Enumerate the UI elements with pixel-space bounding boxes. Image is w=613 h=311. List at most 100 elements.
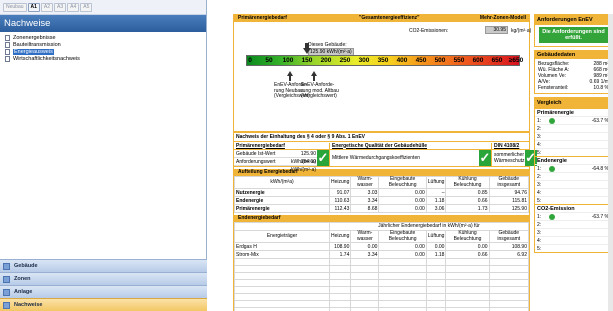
aufteilung-header: Aufteilung Energiebedarf (234, 169, 529, 176)
vergleich-row[interactable]: 4: (535, 140, 612, 148)
variant-a3-button[interactable]: A3 (54, 2, 67, 12)
vergleich-index: 1: (537, 117, 542, 124)
vergleich-percent: -64.8 % (591, 165, 609, 172)
table-cell: 8.68 (350, 204, 380, 213)
table-cell (378, 265, 427, 273)
tree-item-zonenergebnisse[interactable]: Zonenergebnisse (5, 34, 206, 41)
vergleich-row[interactable]: 5: (535, 148, 612, 156)
left-panel: Neubau A1 A2 A3 A4 A5 Nachweise Zonenerg… (0, 0, 207, 311)
vergleich-row[interactable]: 3: (535, 228, 612, 236)
right-panel: Anforderungen EnEV Die Anforderungen sin… (534, 14, 613, 256)
scale-tick-label: 350 (377, 57, 389, 64)
neubau-button[interactable]: Neubau (3, 2, 27, 12)
vergleich-group-title: Endenergie (535, 156, 612, 164)
table-cell (234, 265, 330, 273)
table-cell (328, 272, 352, 280)
vergleich-row[interactable]: 1: -64.8 % (535, 164, 612, 172)
endenergie-table: Jährlicher Endenergiebedarf in kWh/(m²·a… (234, 222, 530, 311)
table-cell (328, 293, 352, 301)
vergleich-index: 5: (537, 149, 542, 156)
variant-a1-button[interactable]: A1 (27, 2, 40, 12)
table-cell: 0.66 (445, 196, 490, 205)
scale-tick-label: 300 (358, 57, 370, 64)
bottom-nav: Gebäude Zonen Anlage Nachweise (0, 259, 207, 311)
tree-item-wirtschaftlichkeit[interactable]: Wirtschaftlichkeitsnachweis (5, 55, 206, 62)
table-cell: 6.92 (488, 250, 530, 259)
variant-a5-button[interactable]: A5 (80, 2, 93, 12)
vergleich-row[interactable]: 5: (535, 196, 612, 204)
nav-zonen[interactable]: Zonen (0, 272, 207, 285)
table-cell: 0.85 (445, 188, 490, 197)
variant-a2-button[interactable]: A2 (40, 2, 54, 12)
variant-a4-button[interactable]: A4 (67, 2, 80, 12)
vergleich-row[interactable]: 3: (535, 132, 612, 140)
vergleich-percent: -63.7 % (591, 117, 609, 124)
vergleich-group-title: Primärenergie (535, 108, 612, 116)
vergleich-row[interactable]: 2: (535, 220, 612, 228)
scale-tick-label: 100 (282, 57, 294, 64)
vergleich-index: 5: (537, 197, 542, 204)
table-cell: 1.74 (328, 250, 352, 259)
aufteilung-table: kWh/(m²a) Heizung Warm-wasser Eingebaute… (234, 176, 530, 213)
table-cell (425, 286, 447, 294)
table-cell (350, 258, 380, 266)
co2-row: CO2-Emissionen: 30.95 kg/(m²·a) (409, 26, 532, 34)
table-cell: 0.00 (378, 242, 427, 251)
empty-row (234, 300, 530, 308)
main-panel: Primärenergiebedarf "Gesamtenergieeffizi… (233, 14, 537, 311)
scale-tick-label: ≥650 (508, 57, 524, 64)
nav-tree: Zonenergebnisse Bauteiltransmission Ener… (0, 32, 206, 62)
scale-tick-label: 0 (248, 57, 252, 64)
vergleich-index: 4: (537, 141, 542, 148)
vergleich-row[interactable]: 1: -63.7 % (535, 212, 612, 220)
nav-gebaeude[interactable]: Gebäude (0, 259, 207, 272)
anforderungen-box: Anforderungen EnEV Die Anforderungen sin… (534, 14, 613, 47)
table-cell: 0.00 (425, 242, 447, 251)
vergleich-row[interactable]: 4: (535, 188, 612, 196)
table-cell (378, 307, 427, 311)
vergleich-row[interactable]: 5: (535, 244, 612, 252)
scrollbar[interactable] (608, 14, 613, 311)
variant-toolbar: Neubau A1 A2 A3 A4 A5 (0, 0, 206, 15)
vergleich-row[interactable]: 4: (535, 236, 612, 244)
table-cell: 115.81 (488, 196, 530, 205)
nav-title: Nachweise (0, 15, 206, 32)
arrow-up-icon (287, 71, 293, 81)
scale-tick-label: 600 (472, 57, 484, 64)
nav-nachweise[interactable]: Nachweise (0, 298, 207, 311)
check-icon: ✓ (317, 150, 329, 166)
row-label: Primärenergie (234, 204, 330, 213)
empty-row (234, 279, 530, 287)
nav-anlage[interactable]: Anlage (0, 285, 207, 298)
vergleich-index: 5: (537, 245, 542, 252)
vergleich-percent: -63.7 % (591, 213, 609, 220)
vergleich-row[interactable]: 1: -63.7 % (535, 116, 612, 124)
anforderungen-title: Anforderungen EnEV (535, 15, 612, 25)
table-cell (234, 300, 330, 308)
table-cell (350, 286, 380, 294)
arrow-up-icon (311, 71, 317, 81)
nachweis-title: Nachweis der Einhaltung des § 4 oder § 9… (236, 134, 366, 140)
vergleich-row[interactable]: 2: (535, 172, 612, 180)
table-cell (445, 265, 490, 273)
table-cell (425, 258, 447, 266)
table-cell (488, 265, 530, 273)
table-cell: 3.34 (350, 250, 380, 259)
anforderung-altbau-label: EnEV-Anforde- rung mod. Altbau (Vergleic… (301, 82, 339, 99)
vergleich-row[interactable]: 3: (535, 180, 612, 188)
nachweis-rows: Gebäude Ist-Wert 125.90 kWh/(m²·a) Anford… (234, 149, 537, 173)
tree-item-bauteiltransmission[interactable]: Bauteiltransmission (5, 41, 206, 48)
table-cell (445, 293, 490, 301)
empty-row (234, 286, 530, 294)
tree-item-energieausweis[interactable]: Energieausweis (5, 48, 206, 55)
table-cell: 112.43 (328, 204, 352, 213)
table-cell: 0.00 (378, 188, 427, 197)
table-cell (328, 258, 352, 266)
scale-tick-label: 500 (434, 57, 446, 64)
row-label: Strom-Mix (234, 250, 330, 259)
vergleich-row[interactable]: 2: (535, 124, 612, 132)
table-cell: 0.00 (378, 250, 427, 259)
empty-row (234, 272, 530, 280)
table-cell: 1.73 (445, 204, 490, 213)
empty-row (234, 265, 530, 273)
